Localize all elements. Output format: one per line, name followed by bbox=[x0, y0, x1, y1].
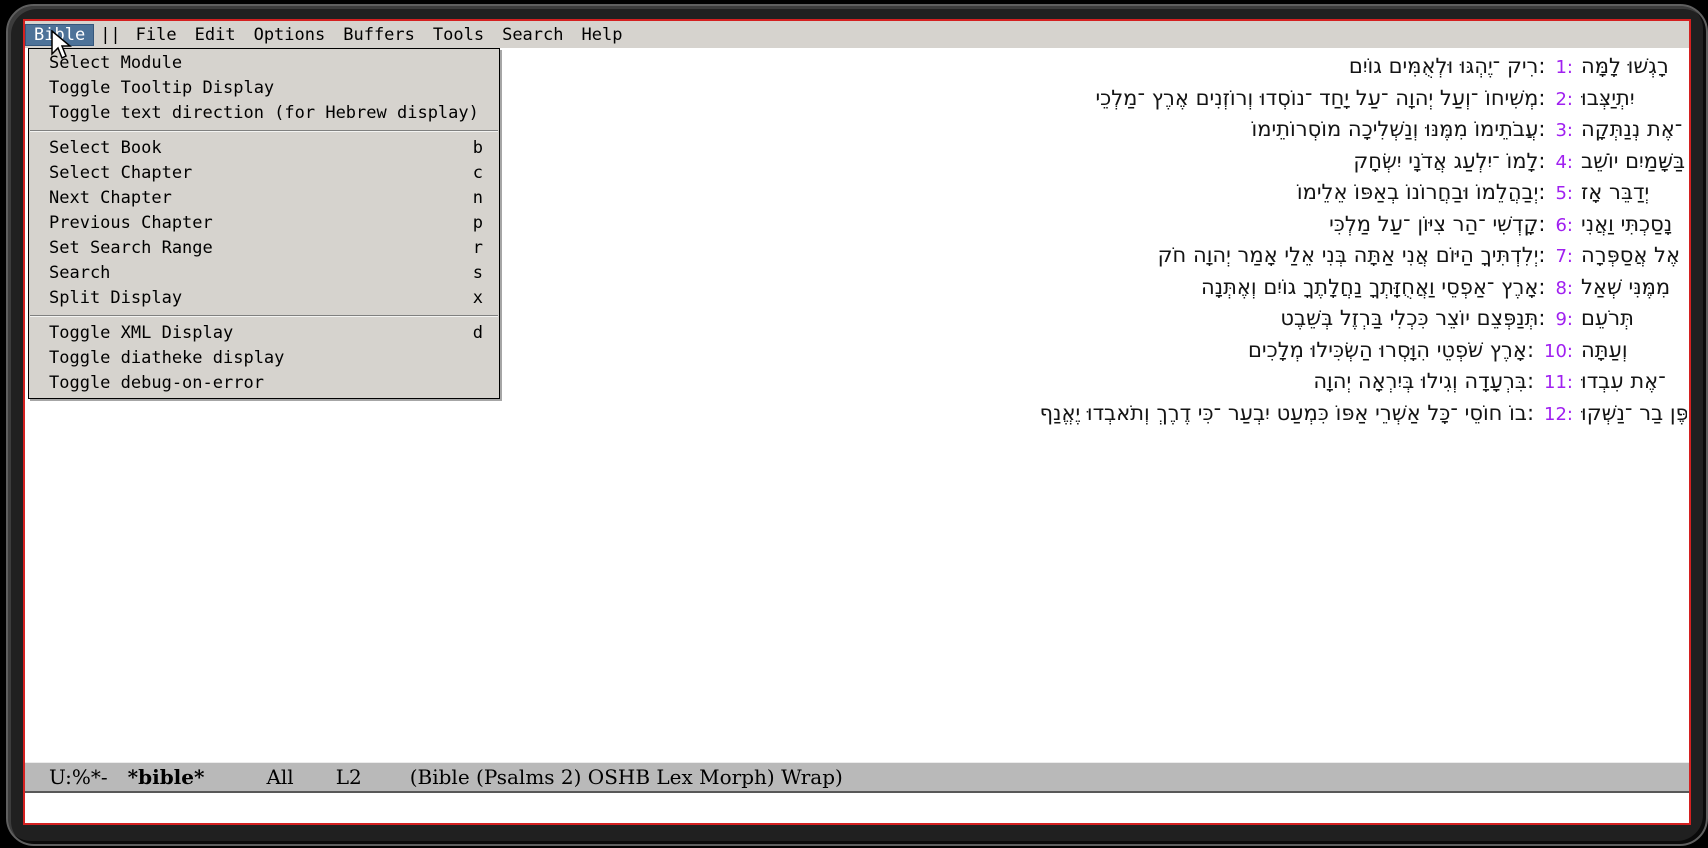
verse-number: 3: bbox=[1555, 115, 1573, 146]
dropdown-separator bbox=[30, 315, 498, 317]
verse-text-head: וְעַתָּה‎ bbox=[1581, 335, 1687, 367]
menu-item-options[interactable]: Options bbox=[245, 24, 335, 46]
verse-number: 11: bbox=[1544, 367, 1573, 398]
mode-line[interactable]: U:%*- *bible* All L2 (Bible (Psalms 2) O… bbox=[25, 762, 1689, 793]
verse-text-head: נַשְּׁקוּ‎־‎‎ בַר‎ פֶּן‎־‎‎ bbox=[1581, 398, 1687, 430]
dropdown-separator bbox=[30, 130, 498, 132]
dropdown-item-toggle-diatheke-display[interactable]: Toggle diatheke display bbox=[29, 346, 499, 371]
dropdown-item-select-module[interactable]: Select Module bbox=[29, 51, 499, 76]
verse-text-head: אֲסַפְּרָה‎ אֶל‎ bbox=[1581, 240, 1687, 272]
dropdown-item-split-display[interactable]: Split Displayx bbox=[29, 286, 499, 311]
menu-item-tools[interactable]: Tools bbox=[424, 24, 493, 46]
desktop: Bible || File Edit Options Buffers Tools… bbox=[0, 0, 1708, 848]
verse-text-head: וַאֲנִי‎ נָסַכְתִּי‎ bbox=[1581, 209, 1687, 241]
verse-text-head: אָז‎ יְדַבֵּר‎ bbox=[1581, 177, 1687, 209]
verse-text-tail: חֹק‎ יְהוָה‎ אָמַר‎ אֵלַי‎ בְּנִי‎ אַתָּ… bbox=[1158, 240, 1546, 272]
verse-text-tail: מוֹסְרוֹתֵימוֹ‎ וְנַשְׁלִיכָה‎ מִמֶּנּוּ… bbox=[1252, 114, 1546, 146]
verse-text-head: יוֹשֵׁב‎ בַּשָּׁמַיִם‎ bbox=[1581, 146, 1687, 178]
menu-bar: Bible || File Edit Options Buffers Tools… bbox=[25, 21, 1689, 49]
menu-item-search[interactable]: Search bbox=[493, 24, 572, 46]
dropdown-item-search[interactable]: Searchs bbox=[29, 261, 499, 286]
dropdown-item-select-book[interactable]: Select Bookb bbox=[29, 136, 499, 161]
verse-text-head: שְׁאַל‎ מִמֶּנִּי‎ bbox=[1581, 272, 1687, 304]
dropdown-item-toggle-debug-on-error[interactable]: Toggle debug-on-error bbox=[29, 371, 499, 396]
bible-dropdown-menu: Select Module Toggle Tooltip Display Tog… bbox=[28, 48, 500, 399]
verse-text-head: יִתְיַצְּבוּ‎ bbox=[1581, 83, 1687, 115]
verse-number: 2: bbox=[1555, 84, 1573, 115]
dropdown-item-previous-chapter[interactable]: Previous Chapterp bbox=[29, 211, 499, 236]
dropdown-item-select-chapter[interactable]: Select Chapterc bbox=[29, 161, 499, 186]
dropdown-item-toggle-tooltip-display[interactable]: Toggle Tooltip Display bbox=[29, 76, 499, 101]
mode-line-coding-indicator: U:%*- bbox=[49, 765, 108, 789]
verse-text-tail: מְלָכִים‎ הַשְׂכִּילוּ‎ הִוָּסְרוּ‎ שֹׁפ… bbox=[1248, 335, 1534, 367]
verse-text-tail: מַלְכִּי‎ עַל‎־‎‎ צִיּוֹן‎ הַר‎־‎‎ קָדְש… bbox=[1329, 209, 1545, 241]
menu-bar-separator: || bbox=[94, 24, 126, 46]
verse-number: 9: bbox=[1555, 304, 1573, 335]
menu-item-edit[interactable]: Edit bbox=[186, 24, 245, 46]
dropdown-item-toggle-xml-display[interactable]: Toggle XML Displayd bbox=[29, 321, 499, 346]
verse-text-tail: אֵלֵימוֹ‎ בְאַפּוֹ‎ וּבַחֲרוֹנוֹ‎ יְבַהֲ… bbox=[1297, 177, 1546, 209]
verse-number: 7: bbox=[1555, 241, 1573, 272]
verse-number: 1: bbox=[1555, 52, 1573, 83]
emacs-frame: Bible || File Edit Options Buffers Tools… bbox=[23, 19, 1691, 825]
dropdown-item-toggle-text-direction[interactable]: Toggle text direction (for Hebrew displa… bbox=[29, 101, 499, 126]
verse-text-head: עִבְדוּ‎ אֶת‎־‎‎ bbox=[1581, 366, 1687, 398]
verse-number: 5: bbox=[1555, 178, 1573, 209]
echo-area[interactable] bbox=[25, 795, 1689, 823]
verse-text-tail: יֶאֱנַף‎ וְתֹאבְדוּ‎ דֶרֶךְ‎ כִּי‎־‎‎ יִ… bbox=[1040, 398, 1534, 430]
mode-line-scroll-position: All bbox=[266, 765, 293, 789]
verse-text-head: נְנַתְּקָה‎ אֶת‎־‎‎ bbox=[1581, 114, 1687, 146]
mode-line-line-number: L2 bbox=[336, 765, 362, 789]
menu-item-file[interactable]: File bbox=[127, 24, 186, 46]
verse-text-head: תְּרֹעֵם‎ bbox=[1581, 303, 1687, 335]
menu-item-buffers[interactable]: Buffers bbox=[334, 24, 424, 46]
verse-text-tail: יִשְׂחָק‎ אֲדֹנָי‎ יִלְעַג‎־‎‎ לָמוֹ‎:‎ bbox=[1353, 146, 1545, 178]
mode-line-buffer-name: *bible* bbox=[128, 765, 205, 789]
verse-text-tail: גוֹיִם‎ וּלְאֻמִּים‎ יֶהְגּוּ‎־‎‎ רִיק‎:… bbox=[1349, 51, 1546, 83]
verse-number: 12: bbox=[1544, 399, 1573, 430]
verse-text-tail: וְאֶתְּנָה‎ גוֹיִם‎ נַחֲלָתֶךָ‎ וַאֲחֻזָ… bbox=[1201, 272, 1546, 304]
menu-item-bible[interactable]: Bible bbox=[25, 24, 94, 46]
dropdown-item-set-search-range[interactable]: Set Search Ranger bbox=[29, 236, 499, 261]
verse-number: 6: bbox=[1555, 210, 1573, 241]
verse-number: 4: bbox=[1555, 147, 1573, 178]
dropdown-item-next-chapter[interactable]: Next Chaptern bbox=[29, 186, 499, 211]
menu-item-help[interactable]: Help bbox=[573, 24, 632, 46]
mode-line-major-mode-list: (Bible (Psalms 2) OSHB Lex Morph) Wrap) bbox=[410, 765, 843, 789]
verse-text-tail: יְהוָה‎ בְּיִרְאָה‎ וְגִילוּ‎ בִּרְעָדָה… bbox=[1313, 366, 1534, 398]
verse-number: 8: bbox=[1555, 273, 1573, 304]
verse-row: יֶאֱנַף‎ וְתֹאבְדוּ‎ דֶרֶךְ‎ כִּי‎־‎‎ יִ… bbox=[25, 398, 1689, 430]
verse-text-head: לָמָּה‎ רָגְשׁוּ‎ bbox=[1581, 51, 1687, 83]
verse-text-tail: בְּשֵׁבֶט‎ בַּרְזֶל‎ כִּכְלִי‎ יוֹצֵר‎ ת… bbox=[1280, 303, 1545, 335]
verse-number: 10: bbox=[1544, 336, 1573, 367]
verse-text-tail: מַלְכֵי‎־‎‎ אֶרֶץ‎ וְרוֹזְנִים‎ נוֹסְדוּ… bbox=[1095, 83, 1545, 115]
